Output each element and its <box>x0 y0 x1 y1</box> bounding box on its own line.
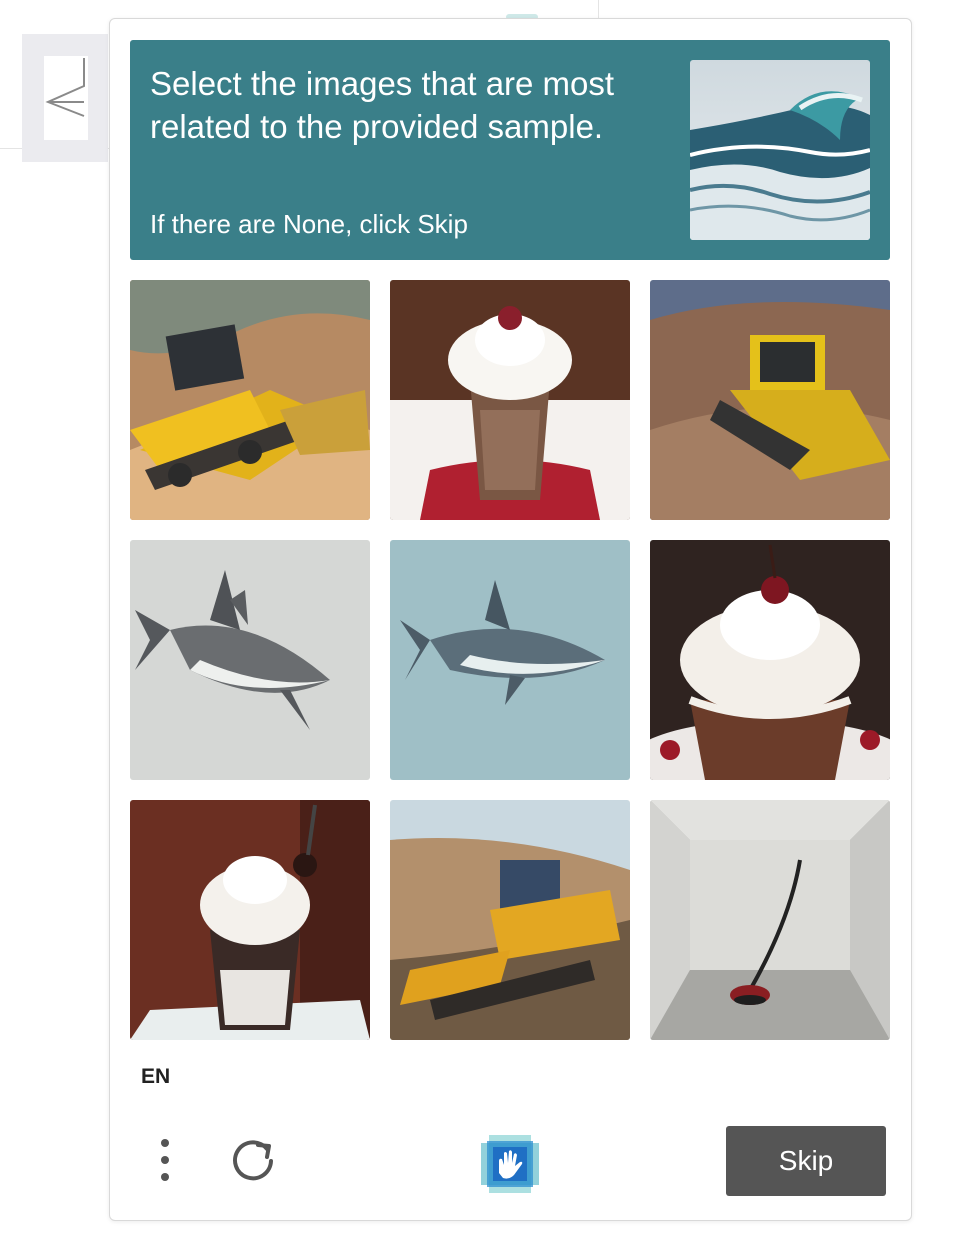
tile-2-milkshake[interactable] <box>390 280 630 520</box>
tile-8-bulldozer[interactable] <box>390 800 630 1040</box>
tile-3-bulldozer[interactable] <box>650 280 890 520</box>
tile-5-shark[interactable] <box>390 540 630 780</box>
prompt-title: Select the images that are most related … <box>150 65 615 145</box>
skip-button[interactable]: Skip <box>726 1126 886 1196</box>
language-selector[interactable]: EN <box>141 1065 170 1089</box>
tile-9-vacuum[interactable] <box>650 800 890 1040</box>
tile-1-bulldozer[interactable] <box>130 280 370 520</box>
tile-6-milkshake[interactable] <box>650 540 890 780</box>
prompt-subtitle: If there are None, click Skip <box>150 209 468 239</box>
sample-image-wave <box>690 60 870 240</box>
tile-7-milkshake[interactable] <box>130 800 370 1040</box>
site-logo-icon <box>44 56 88 140</box>
captcha-challenge-card: Select the images that are most related … <box>109 18 912 1221</box>
challenge-prompt: Select the images that are most related … <box>130 40 890 260</box>
hcaptcha-logo-icon[interactable] <box>477 1131 543 1197</box>
refresh-icon[interactable] <box>228 1135 278 1185</box>
vertical-dots-icon[interactable] <box>150 1135 180 1185</box>
tile-4-shark[interactable] <box>130 540 370 780</box>
background-site-logo <box>22 34 108 162</box>
